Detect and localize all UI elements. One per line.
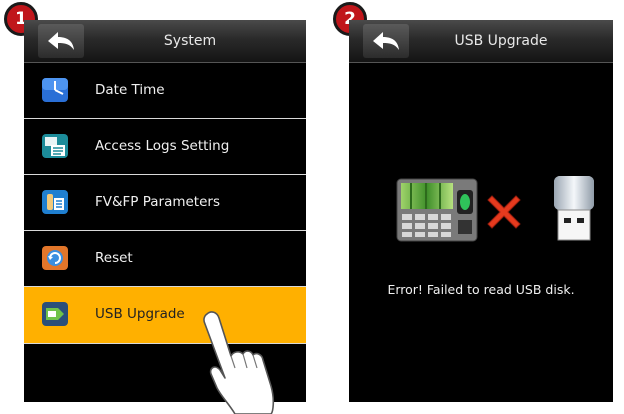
menu-item-fv-fp-parameters[interactable]: FV&FP Parameters bbox=[24, 175, 306, 231]
error-message: Error! Failed to read USB disk. bbox=[387, 282, 575, 297]
usb-drive-icon bbox=[554, 176, 594, 241]
clock-icon bbox=[41, 77, 69, 103]
screen-title: USB Upgrade bbox=[454, 33, 548, 49]
menu-item-label: USB Upgrade bbox=[95, 306, 185, 322]
title-bar: System bbox=[24, 20, 306, 63]
screen-title: System bbox=[163, 33, 217, 49]
pointing-hand-icon bbox=[203, 311, 275, 414]
reset-icon bbox=[41, 245, 69, 271]
access-logs-icon bbox=[41, 133, 69, 159]
menu-item-reset[interactable]: Reset bbox=[24, 231, 306, 287]
menu-item-date-time[interactable]: Date Time bbox=[24, 63, 306, 119]
menu-item-access-logs-setting[interactable]: Access Logs Setting bbox=[24, 119, 306, 175]
menu-item-label: FV&FP Parameters bbox=[95, 194, 220, 210]
terminal-device-icon bbox=[396, 178, 478, 242]
title-bar: USB Upgrade bbox=[349, 20, 613, 63]
error-x-icon bbox=[487, 195, 521, 229]
menu-item-label: Access Logs Setting bbox=[95, 138, 230, 154]
fv-fp-parameters-icon bbox=[41, 189, 69, 215]
menu-item-label: Date Time bbox=[95, 82, 165, 98]
usb-upgrade-screen: USB Upgrade Error! Failed to read USB di… bbox=[349, 20, 613, 402]
usb-upgrade-icon bbox=[41, 301, 69, 327]
menu-item-label: Reset bbox=[95, 250, 133, 266]
